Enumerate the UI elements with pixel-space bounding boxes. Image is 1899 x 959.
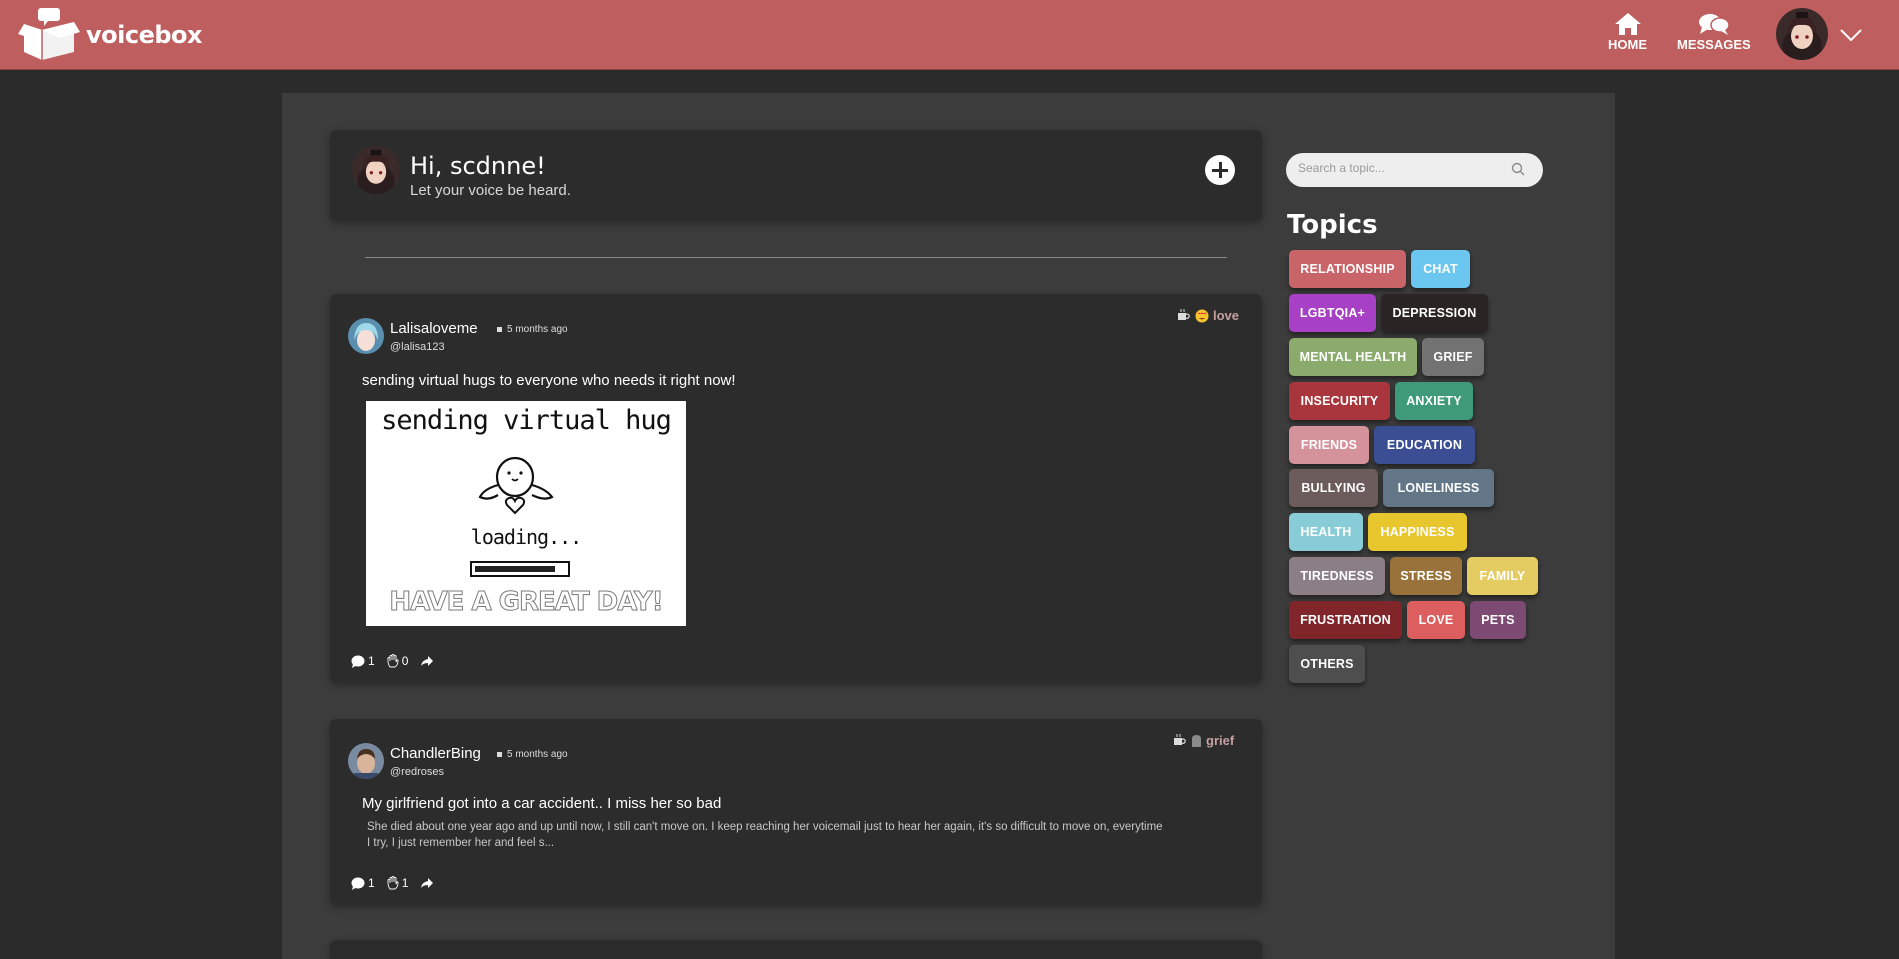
- comment-button[interactable]: 1: [351, 876, 375, 890]
- avatar-image: [1776, 8, 1828, 60]
- topic-chip-loneliness[interactable]: LONELINESS: [1383, 469, 1494, 507]
- topics-heading: Topics: [1287, 210, 1378, 240]
- topic-chip-love[interactable]: LOVE: [1407, 601, 1465, 639]
- topic-chip-friends[interactable]: FRIENDS: [1289, 426, 1369, 464]
- hand-icon: [387, 876, 399, 890]
- post-card[interactable]: ChandlerBing 5 months ago @redroses grie…: [330, 719, 1262, 904]
- post-image[interactable]: sending virtual hug loading... HAVE A GR…: [366, 401, 686, 626]
- post-image-text-top: sending virtual hug: [381, 405, 672, 436]
- nav-messages-label: MESSAGES: [1677, 37, 1751, 52]
- new-post-plus-icon[interactable]: [1205, 155, 1235, 185]
- post-card[interactable]: Lalisaloveme 5 months ago @lalisa123 lov…: [330, 294, 1262, 682]
- topic-search[interactable]: [1286, 153, 1543, 187]
- gravestone-icon: [1192, 735, 1201, 747]
- post-actions: 1 1: [351, 876, 449, 890]
- nav-messages[interactable]: MESSAGES: [1677, 12, 1751, 52]
- greeting-subtitle: Let your voice be heard.: [410, 182, 571, 199]
- topic-chip-education[interactable]: EDUCATION: [1374, 426, 1475, 464]
- hug-button[interactable]: 1: [387, 876, 409, 890]
- composer-avatar: [352, 146, 400, 194]
- greeting-title: Hi, scdnne!: [410, 152, 546, 180]
- post-author-avatar[interactable]: [348, 743, 384, 779]
- loading-bar: [470, 561, 570, 577]
- user-avatar[interactable]: [1776, 8, 1828, 60]
- post-body[interactable]: She died about one year ago and up until…: [367, 819, 1167, 851]
- post-title[interactable]: My girlfriend got into a car accident.. …: [362, 795, 721, 812]
- topic-chip-others[interactable]: OTHERS: [1289, 645, 1365, 683]
- topic-chip-depression[interactable]: DEPRESSION: [1381, 294, 1488, 332]
- topic-chip-frustration[interactable]: FRUSTRATION: [1289, 601, 1402, 639]
- topic-chip-insecurity[interactable]: INSECURITY: [1289, 382, 1390, 420]
- topic-chip-health[interactable]: HEALTH: [1289, 513, 1363, 551]
- nav-home-label: HOME: [1608, 37, 1647, 52]
- topic-chip-stress[interactable]: STRESS: [1390, 557, 1462, 595]
- post-author-avatar[interactable]: [348, 318, 384, 354]
- share-arrow-icon: [421, 656, 434, 666]
- topic-chip-happiness[interactable]: HAPPINESS: [1368, 513, 1467, 551]
- hug-count: 0: [401, 654, 409, 668]
- logo-text: voicebox: [86, 21, 203, 49]
- feed-divider: [365, 257, 1227, 258]
- topic-chip-relationship[interactable]: RELATIONSHIP: [1289, 250, 1406, 288]
- logo[interactable]: voicebox: [18, 6, 203, 64]
- heart-eyes-emoji-icon: [1195, 309, 1209, 322]
- composer-card[interactable]: Hi, scdnne! Let your voice be heard.: [330, 130, 1262, 220]
- topic-chip-chat[interactable]: CHAT: [1411, 250, 1470, 288]
- post-topic-tag[interactable]: grief: [1173, 733, 1234, 748]
- post-handle: @redroses: [390, 766, 444, 778]
- post-time: 5 months ago: [497, 749, 568, 760]
- topic-search-input[interactable]: [1298, 161, 1498, 175]
- home-icon: [1614, 13, 1641, 35]
- post-handle: @lalisa123: [390, 341, 445, 353]
- search-icon[interactable]: [1511, 162, 1525, 176]
- topic-chip-anxiety[interactable]: ANXIETY: [1395, 382, 1473, 420]
- messages-icon: [1698, 14, 1730, 35]
- top-navbar: voicebox HOME MESSAGES: [0, 0, 1899, 70]
- comment-count: 1: [368, 876, 375, 890]
- nav-home[interactable]: HOME: [1608, 12, 1647, 52]
- share-arrow-icon: [421, 878, 434, 888]
- post-topic-label: love: [1213, 308, 1240, 323]
- topic-chip-family[interactable]: FAMILY: [1467, 557, 1538, 595]
- comment-bubble-icon: [351, 655, 365, 668]
- comment-button[interactable]: 1: [351, 654, 375, 668]
- post-username[interactable]: ChandlerBing: [390, 745, 481, 762]
- coffee-cup-icon: [1178, 309, 1190, 320]
- post-image-text-middle: loading...: [470, 525, 582, 549]
- share-button[interactable]: [420, 877, 437, 889]
- post-title[interactable]: sending virtual hugs to everyone who nee…: [362, 372, 736, 389]
- hug-button[interactable]: 0: [387, 654, 409, 668]
- share-button[interactable]: [420, 655, 437, 667]
- post-username[interactable]: Lalisaloveme: [390, 320, 478, 337]
- topic-chip-bullying[interactable]: BULLYING: [1289, 469, 1378, 507]
- comment-count: 1: [368, 654, 375, 668]
- coffee-cup-icon: [1174, 734, 1186, 745]
- topic-chip-mental-health[interactable]: MENTAL HEALTH: [1289, 338, 1417, 376]
- comment-bubble-icon: [351, 877, 365, 890]
- post-topic-label: grief: [1206, 733, 1235, 748]
- post-time: 5 months ago: [497, 324, 568, 335]
- topic-chip-tiredness[interactable]: TIREDNESS: [1289, 557, 1385, 595]
- post-topic-tag[interactable]: love: [1177, 308, 1239, 323]
- post-card-partial[interactable]: [330, 940, 1262, 959]
- post-actions: 1 0: [351, 654, 449, 668]
- topic-chip-grief[interactable]: GRIEF: [1422, 338, 1484, 376]
- hug-count: 1: [401, 876, 409, 890]
- chevron-down-icon[interactable]: [1840, 28, 1862, 42]
- topic-chip-lgbtqia[interactable]: LGBTQIA+: [1289, 294, 1376, 332]
- hand-icon: [387, 654, 399, 668]
- post-image-text-bottom: HAVE A GREAT DAY!: [389, 587, 664, 618]
- ghost-hug-drawing-icon: [478, 456, 554, 515]
- topic-chip-pets[interactable]: PETS: [1470, 601, 1526, 639]
- box-logo-icon: [18, 8, 80, 60]
